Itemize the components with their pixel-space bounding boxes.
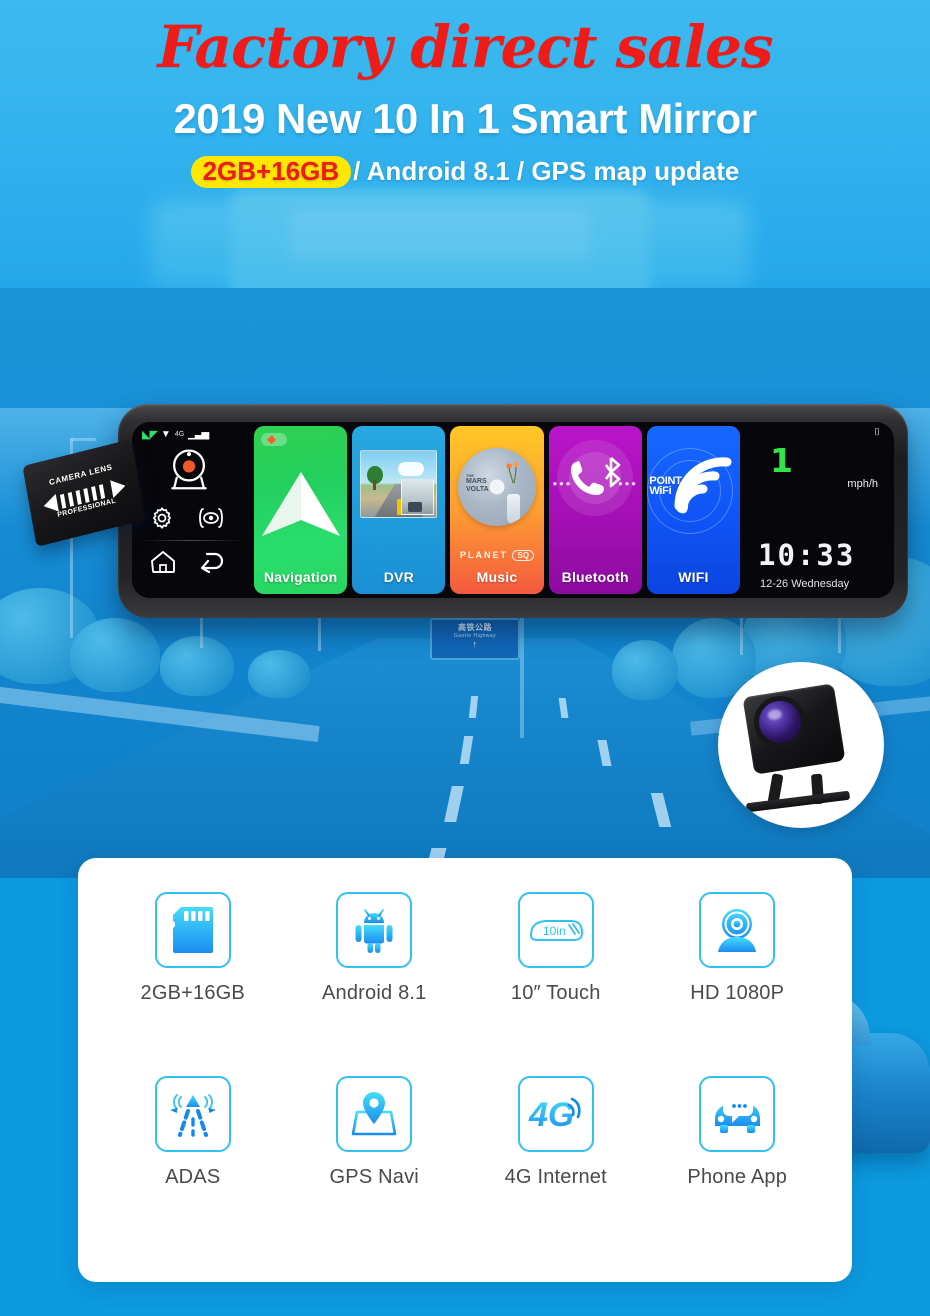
feature-item-4g[interactable]: 4G 4G Internet (465, 1076, 647, 1260)
feature-item-hd[interactable]: HD 1080P (647, 892, 829, 1076)
roadside-tree (612, 640, 678, 700)
mirror-screen: ◣◤ ▼ 4G ▁▃▅ Navigation DVR THE MARS VOLT… (132, 422, 894, 598)
speed-unit: mph/h (847, 478, 878, 490)
settings-gear-icon[interactable] (150, 506, 174, 530)
tile-navigation[interactable]: Navigation (254, 426, 348, 594)
roadside-tree (70, 618, 160, 692)
tile-music[interactable]: THE MARS VOLTA PLANET SQ Music (450, 426, 544, 594)
tile-label-navigation: Navigation (263, 569, 338, 585)
parking-monitor-icon[interactable] (196, 507, 226, 529)
home-icon[interactable] (150, 550, 176, 574)
car-chat-icon (699, 1076, 776, 1152)
headline: Factory direct sales (157, 13, 774, 81)
screen-left-panel: ◣◤ ▼ 4G ▁▃▅ (132, 422, 250, 598)
product-ad-page: 高铁公路 Gaotie Highway ↑ Factory direct sal… (0, 0, 930, 1316)
album-artist-the: THE (466, 473, 474, 478)
4g-signal-icon: 4G (517, 1076, 594, 1152)
album-artist: THE MARS VOLTA (466, 473, 489, 493)
tile-label-bluetooth: Bluetooth (561, 569, 629, 585)
tile-dvr[interactable]: DVR (352, 426, 446, 594)
spec-line: 2GB+16GB / Android 8.1 / GPS map update (0, 156, 930, 188)
dashcam-icon[interactable] (162, 448, 216, 490)
tile-label-wifi: WIFI (678, 569, 709, 585)
nav-row (150, 550, 226, 574)
album-badge: SQ (512, 550, 535, 561)
feature-item-android[interactable]: Android 8.1 (284, 892, 466, 1076)
speed-value: 1 (770, 441, 793, 480)
subtitle: 2019 New 10 In 1 Smart Mirror (173, 95, 757, 142)
roadside-tree (160, 636, 234, 696)
flower-icon (506, 462, 519, 484)
wifi-signal-icon: POINT WiFi (647, 448, 740, 534)
tile-label-dvr: DVR (383, 569, 414, 585)
rear-camera-base (745, 790, 851, 813)
touchscreen-size-label: 10in (543, 924, 566, 938)
feature-item-memory[interactable]: 2GB+16GB (102, 892, 284, 1076)
tile-wifi[interactable]: POINT WiFi WIFI (646, 426, 741, 594)
rear-camera-bubble (718, 662, 884, 828)
feature-item-phoneapp[interactable]: Phone App (647, 1076, 829, 1260)
music-cd-icon: THE MARS VOLTA (458, 448, 536, 526)
header-block: Factory direct sales 2019 New 10 In 1 Sm… (0, 0, 930, 188)
rocket-badge-icon (261, 433, 287, 446)
clock: 10:33 (758, 538, 856, 572)
road-sign-cn: 高铁公路 (458, 623, 492, 632)
dvr-picture-in-picture (400, 478, 435, 515)
feature-label-phoneapp: Phone App (687, 1166, 788, 1188)
point-wifi-label: POINT WiFi (649, 475, 682, 498)
navigation-arrow-icon (261, 472, 340, 536)
network-type-label: 4G (174, 431, 185, 438)
4g-text: 4G (528, 1096, 574, 1134)
gps-signal-icon: ◣◤ (142, 429, 158, 441)
feature-label-memory: 2GB+16GB (140, 982, 245, 1004)
road-sign: 高铁公路 Gaotie Highway ↑ (430, 618, 520, 660)
panel-divider (138, 540, 244, 541)
dvr-recorder-icon (360, 450, 438, 518)
lock-icon: ⌷ (874, 427, 880, 438)
map-pin-icon (336, 1076, 413, 1152)
wifi-arcs-icon (674, 457, 732, 514)
signal-bars-icon: ▁▃▅ (188, 429, 209, 440)
feature-label-touch: 10″ Touch (510, 982, 601, 1004)
tile-bluetooth[interactable]: ••• ••• Bluetooth (548, 426, 642, 594)
feature-item-touch[interactable]: 10in 10″ Touch (465, 892, 647, 1076)
wifi-icon: ▼ (160, 429, 171, 440)
feature-grid: 2GB+16GB Android 8.1 10in 10″ Touch HD 1… (78, 858, 852, 1282)
feature-label-hd: HD 1080P (690, 982, 785, 1004)
feature-item-adas[interactable]: ADAS (102, 1076, 284, 1260)
roadside-tree (248, 650, 310, 698)
feature-card: 2GB+16GB Android 8.1 10in 10″ Touch HD 1… (78, 858, 852, 1282)
clock-date: 12-26 Wednesday (760, 578, 850, 590)
feature-label-adas: ADAS (165, 1166, 221, 1188)
back-arrow-icon[interactable] (198, 551, 226, 573)
screen-right-panel: ⌷ 1 mph/h 10:33 12-26 Wednesday (744, 422, 894, 598)
feature-label-android: Android 8.1 (322, 982, 427, 1004)
road-sign-arrow: ↑ (472, 639, 478, 650)
adas-lane-icon (154, 1076, 231, 1152)
sign-post (520, 618, 524, 738)
touchscreen-icon: 10in (517, 892, 594, 968)
album-title: PLANET SQ (450, 550, 543, 561)
vase (507, 494, 520, 524)
dvr-cloud (398, 461, 425, 476)
app-tile-row: Navigation DVR THE MARS VOLTA PLANET SQ … (250, 422, 744, 598)
feature-item-gps[interactable]: GPS Navi (284, 1076, 466, 1260)
smart-mirror-device: CAMERA LENS PROFESSIONAL ◣◤ ▼ 4G ▁▃▅ Nav… (22, 404, 908, 624)
android-robot-icon (336, 892, 413, 968)
tile-label-music: Music (476, 569, 518, 585)
album-label: PLANET (459, 550, 508, 560)
dvr-tree (367, 465, 384, 490)
road-sign-en: Gaotie Highway (453, 633, 497, 639)
status-bar: ◣◤ ▼ 4G ▁▃▅ (142, 428, 209, 441)
sd-card-icon (154, 892, 231, 968)
feature-label-4g: 4G Internet (504, 1166, 607, 1188)
camera-icon (699, 892, 776, 968)
spec-rest: / Android 8.1 / GPS map update (353, 156, 740, 186)
bluetooth-phone-icon (571, 457, 621, 495)
mirror-bezel: ◣◤ ▼ 4G ▁▃▅ Navigation DVR THE MARS VOLT… (118, 404, 908, 618)
memory-badge: 2GB+16GB (190, 156, 352, 188)
feature-label-gps: GPS Navi (329, 1166, 419, 1188)
settings-row (150, 506, 226, 530)
